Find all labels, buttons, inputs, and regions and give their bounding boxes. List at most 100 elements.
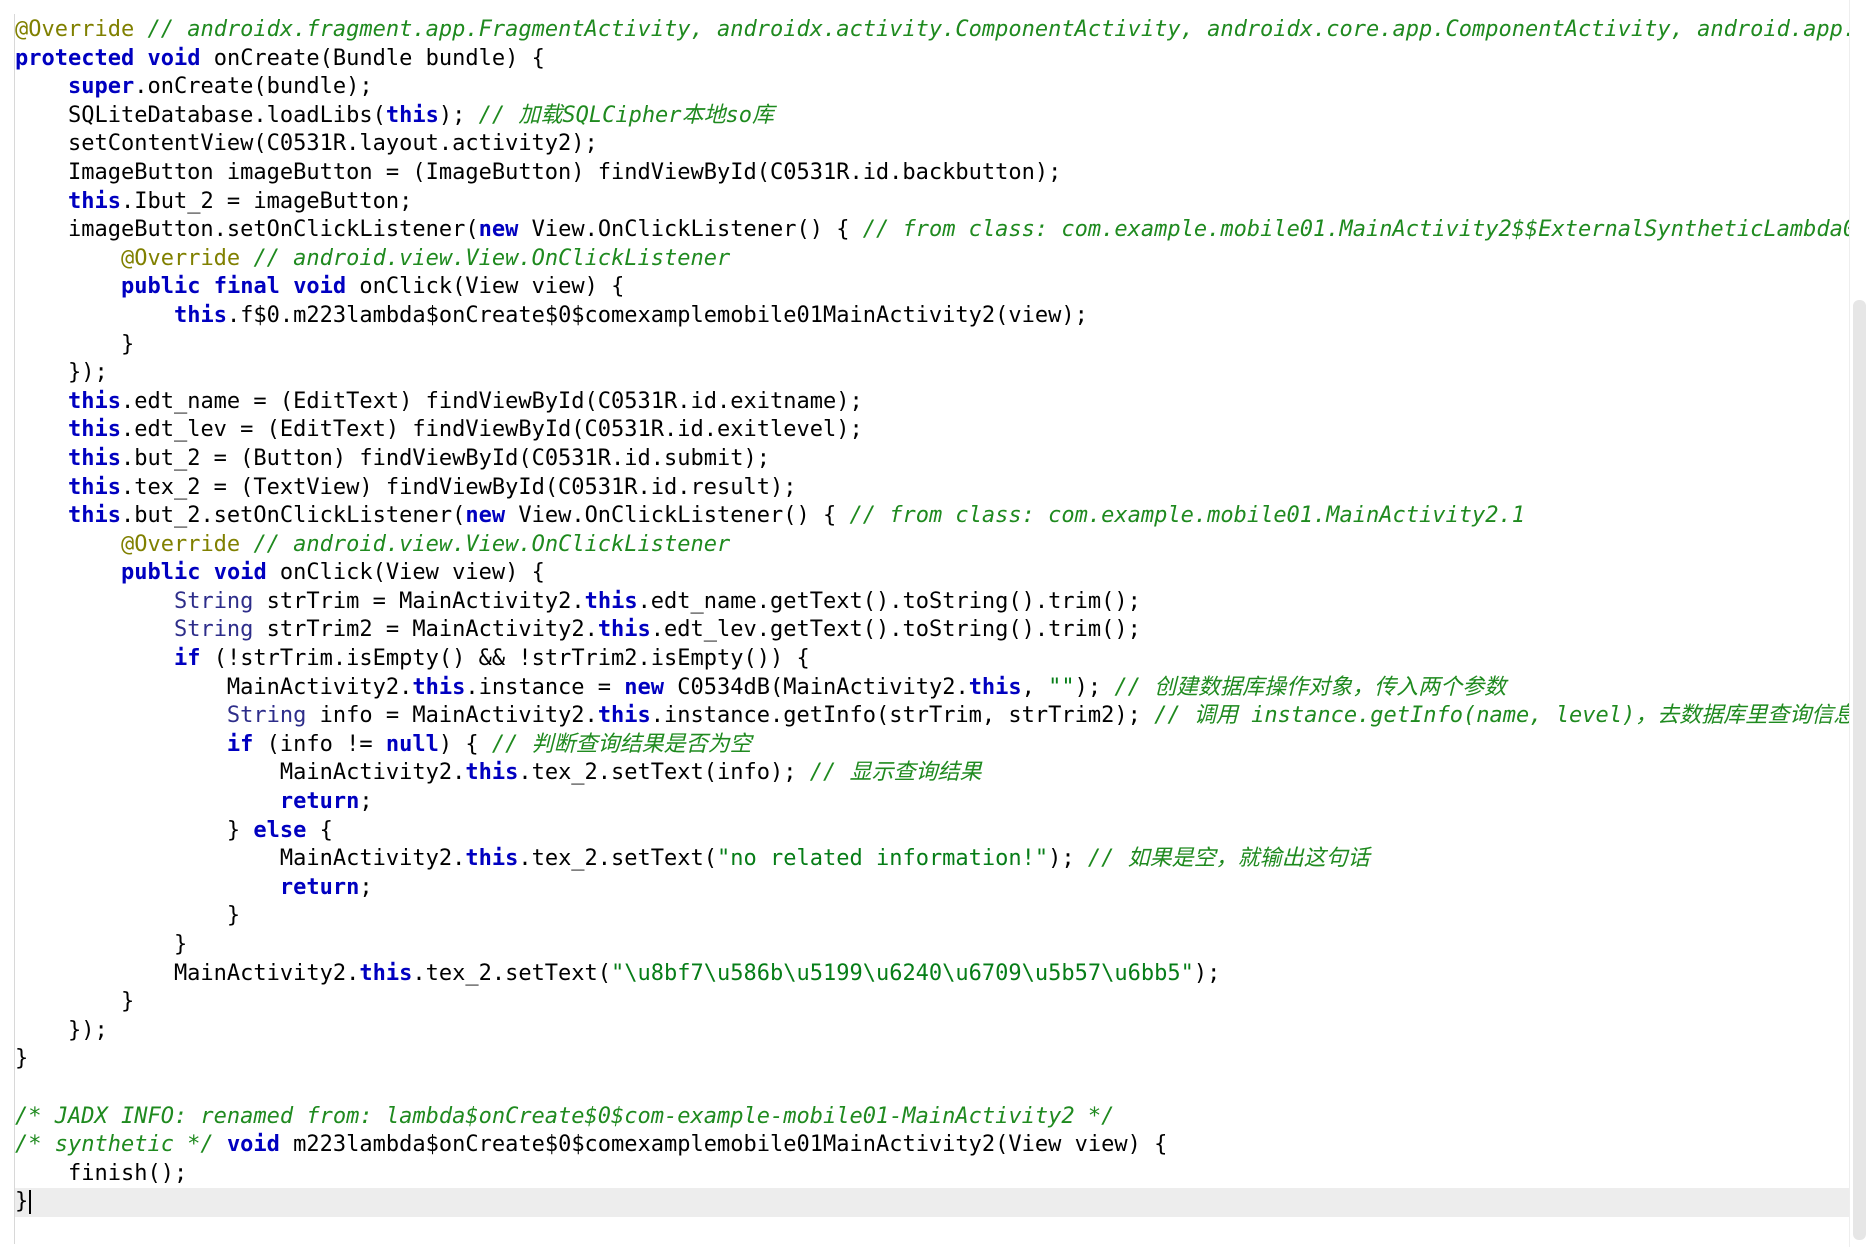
code-token: this (412, 674, 466, 700)
code-line[interactable]: }); (15, 359, 1850, 388)
code-token: .onCreate(bundle); (134, 74, 373, 100)
code-token: // androidx.fragment.app.FragmentActivit… (147, 17, 1850, 42)
code-token: .edt_name = (EditText) findViewById(C053… (120, 388, 863, 414)
code-token: } (15, 989, 135, 1015)
code-token: new (465, 503, 506, 529)
code-token: ) { (438, 731, 492, 757)
code-token: (!strTrim.isEmpty() && !strTrim2.isEmpty… (200, 646, 810, 672)
code-token: strTrim = MainActivity2. (253, 588, 585, 614)
code-token: return (279, 874, 360, 900)
code-line[interactable]: if (!strTrim.isEmpty() && !strTrim2.isEm… (15, 645, 1850, 674)
code-token: this (584, 588, 638, 614)
code-token: ); (1193, 960, 1221, 986)
code-token: this (968, 674, 1022, 700)
code-line[interactable]: this.tex_2 = (TextView) findViewById(C05… (15, 474, 1850, 503)
code-line[interactable]: this.Ibut_2 = imageButton; (15, 188, 1850, 217)
code-token: imageButton.setOnClickListener( (15, 217, 479, 243)
code-token: this (359, 960, 413, 986)
code-line[interactable]: public void onClick(View view) { (15, 559, 1850, 588)
code-line[interactable]: if (info != null) { // 判断查询结果是否为空 (15, 731, 1850, 760)
code-line[interactable]: SQLiteDatabase.loadLibs(this); // 加载SQLC… (15, 102, 1850, 131)
code-token: { (306, 817, 333, 843)
code-line[interactable]: protected void onCreate(Bundle bundle) { (15, 45, 1850, 74)
code-line[interactable]: public final void onClick(View view) { (15, 273, 1850, 302)
code-token: } (15, 903, 241, 929)
code-line[interactable]: /* JADX INFO: renamed from: lambda$onCre… (15, 1103, 1850, 1132)
code-token: ); (438, 102, 479, 128)
code-token: SQLiteDatabase.loadLibs( (15, 102, 386, 128)
code-line[interactable]: } (15, 988, 1850, 1017)
code-line[interactable]: imageButton.setOnClickListener(new View.… (15, 216, 1850, 245)
code-token: .but_2.setOnClickListener( (120, 503, 466, 529)
code-token: }); (15, 360, 108, 386)
code-line[interactable]: @Override // androidx.fragment.app.Fragm… (15, 16, 1850, 45)
code-token: info = MainActivity2. (306, 703, 598, 729)
code-line[interactable]: String strTrim = MainActivity2.this.edt_… (15, 588, 1850, 617)
code-token: "no related information!" (717, 846, 1049, 872)
code-line[interactable] (15, 1074, 1850, 1103)
code-token: .f$0.m223lambda$onCreate$0$comexamplemob… (226, 302, 1088, 328)
code-token: if (226, 731, 254, 757)
code-line[interactable]: @Override // android.view.View.OnClickLi… (15, 531, 1850, 560)
code-token: this (67, 445, 121, 471)
code-line[interactable]: return; (15, 874, 1850, 903)
code-token: .tex_2 = (TextView) findViewById(C0531R.… (120, 474, 797, 500)
vertical-scrollbar[interactable] (1849, 0, 1869, 1247)
code-line[interactable]: } (15, 1045, 1850, 1074)
code-area[interactable]: @Override // androidx.fragment.app.Fragm… (15, 16, 1850, 1217)
code-token: .edt_lev = (EditText) findViewById(C0531… (120, 417, 863, 443)
code-token: // android.view.View.OnClickListener (253, 531, 731, 557)
code-line[interactable]: this.f$0.m223lambda$onCreate$0$comexampl… (15, 302, 1850, 331)
code-token: this (67, 503, 121, 529)
code-line[interactable]: /* synthetic */ void m223lambda$onCreate… (15, 1131, 1850, 1160)
code-token: // 显示查询结果 (809, 760, 982, 786)
code-token: setContentView(C0531R.layout.activity2); (15, 131, 598, 157)
code-line[interactable]: String info = MainActivity2.this.instanc… (15, 702, 1850, 731)
scrollbar-thumb[interactable] (1853, 300, 1866, 1240)
code-line[interactable]: } (15, 331, 1850, 360)
code-line[interactable]: MainActivity2.this.tex_2.setText("no rel… (15, 845, 1850, 874)
code-line[interactable]: return; (15, 788, 1850, 817)
code-line[interactable]: } else { (15, 817, 1850, 846)
code-line[interactable]: this.edt_lev = (EditText) findViewById(C… (15, 416, 1850, 445)
code-line[interactable]: setContentView(C0531R.layout.activity2); (15, 130, 1850, 159)
code-line[interactable]: ImageButton imageButton = (ImageButton) … (15, 159, 1850, 188)
code-token: String (226, 703, 307, 729)
code-token: protected (15, 45, 135, 71)
code-line[interactable]: } (15, 902, 1850, 931)
code-line[interactable]: }); (15, 1017, 1850, 1046)
code-line[interactable]: @Override // android.view.View.OnClickLi… (15, 245, 1850, 274)
code-token: return (279, 789, 360, 815)
code-token: @Override (15, 17, 135, 42)
code-line[interactable]: MainActivity2.this.instance = new C0534d… (15, 674, 1850, 703)
code-token: this (67, 188, 121, 214)
code-token: .edt_lev.getText().toString().trim(); (650, 617, 1141, 643)
code-line[interactable]: this.edt_name = (EditText) findViewById(… (15, 388, 1850, 417)
code-line[interactable]: } (15, 1188, 1850, 1217)
code-token: ); (1074, 674, 1115, 700)
code-line[interactable]: String strTrim2 = MainActivity2.this.edt… (15, 616, 1850, 645)
code-token: @Override (120, 245, 241, 271)
code-token: } (15, 817, 254, 843)
code-token: null (385, 731, 439, 757)
code-line[interactable]: this.but_2 = (Button) findViewById(C0531… (15, 445, 1850, 474)
code-token: .Ibut_2 = imageButton; (120, 188, 413, 214)
code-line[interactable]: super.onCreate(bundle); (15, 73, 1850, 102)
code-line[interactable]: MainActivity2.this.tex_2.setText("\u8bf7… (15, 960, 1850, 989)
code-token: @Override (120, 531, 241, 557)
code-line[interactable]: this.but_2.setOnClickListener(new View.O… (15, 502, 1850, 531)
code-editor[interactable]: @Override // androidx.fragment.app.Fragm… (0, 0, 1850, 1247)
code-line[interactable]: MainActivity2.this.tex_2.setText(info); … (15, 759, 1850, 788)
code-token: MainActivity2. (15, 674, 413, 700)
code-line[interactable]: } (15, 931, 1850, 960)
code-line[interactable]: finish(); (15, 1160, 1850, 1189)
